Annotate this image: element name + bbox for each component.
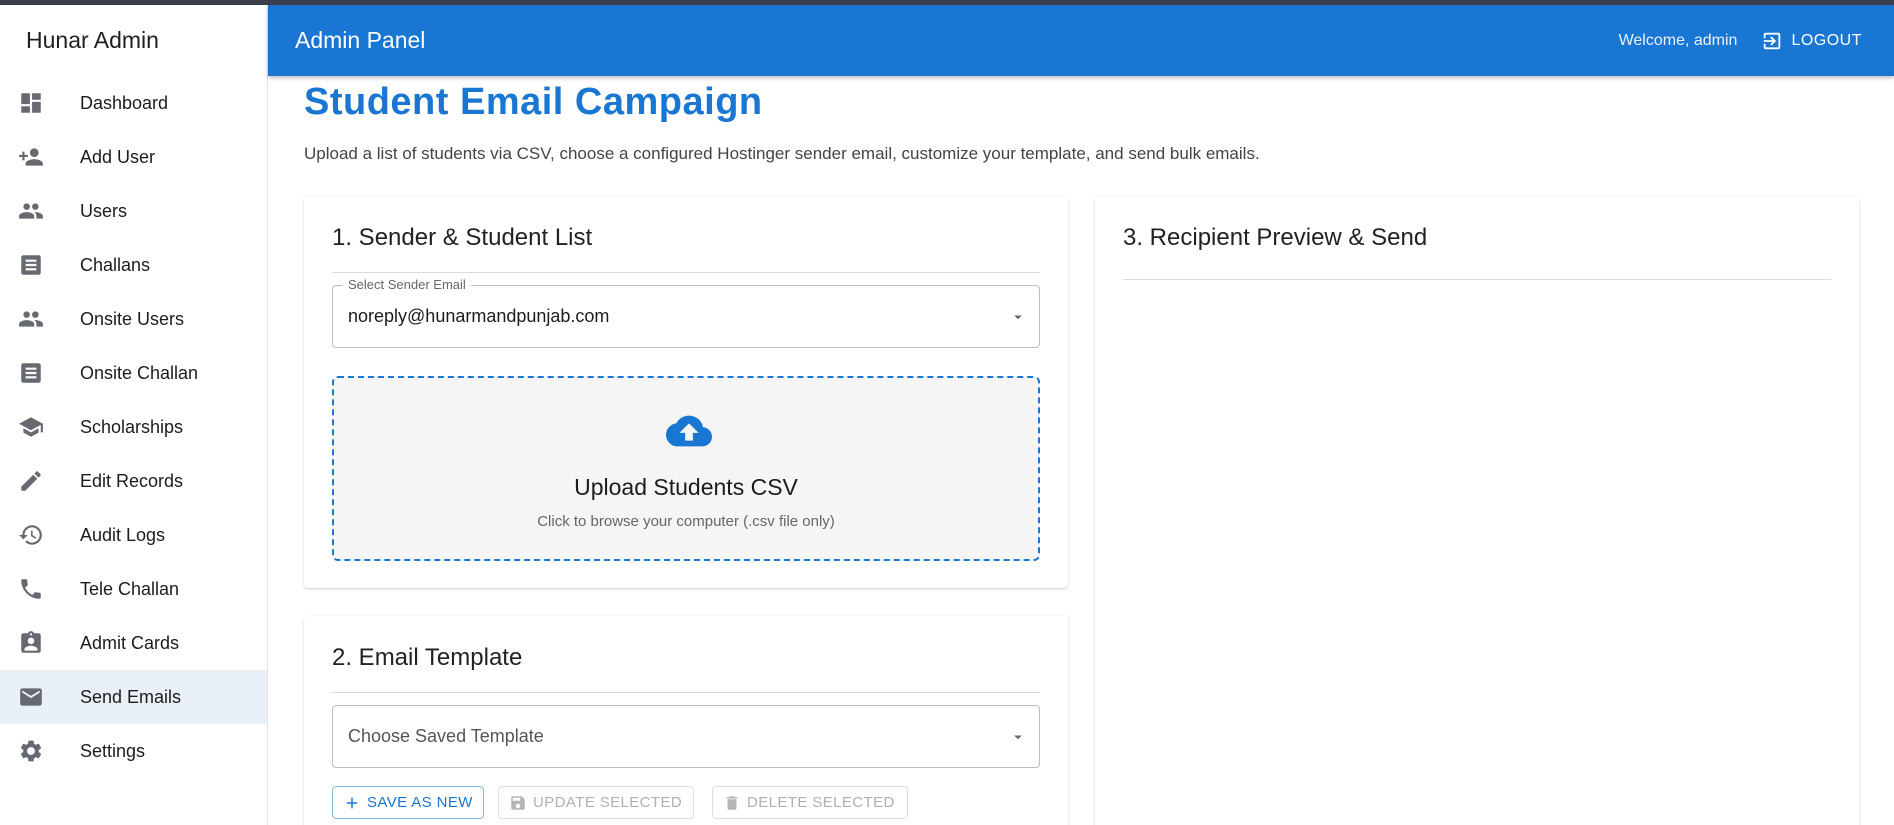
sidebar: Hunar Admin Dashboard Add User Users Cha… — [0, 5, 268, 825]
recipient-preview-card: 3. Recipient Preview & Send — [1095, 196, 1859, 825]
app-bar-actions: Welcome, admin LOGOUT — [1619, 30, 1862, 52]
save-as-new-button[interactable]: SAVE AS NEW — [332, 786, 484, 819]
sidebar-item-label: Send Emails — [80, 686, 182, 707]
brand-title: Hunar Admin — [26, 27, 159, 53]
sidebar-item-label: Tele Challan — [80, 578, 180, 599]
save-icon — [511, 795, 525, 810]
sidebar-item-scholarships[interactable]: Scholarships — [0, 400, 267, 454]
sidebar-item-label: Audit Logs — [80, 524, 166, 545]
template-select[interactable]: Choose Saved Template — [332, 705, 1040, 768]
trash-icon — [726, 795, 738, 810]
cloud-upload-icon — [666, 408, 712, 454]
template-select-placeholder: Choose Saved Template — [348, 726, 544, 746]
sidebar-item-settings[interactable]: Settings — [0, 724, 267, 778]
history-icon — [16, 520, 46, 550]
sidebar-item-dashboard[interactable]: Dashboard — [0, 76, 267, 130]
sidebar-item-label: Dashboard — [80, 92, 169, 113]
sidebar-item-label: Challans — [80, 254, 151, 275]
sidebar-item-label: Onsite Challan — [80, 362, 199, 383]
school-icon — [16, 412, 46, 442]
sidebar-item-edit-records[interactable]: Edit Records — [0, 454, 267, 508]
card-title: 1. Sender & Student List — [332, 224, 593, 251]
save-as-new-label: SAVE AS NEW — [367, 794, 473, 811]
sidebar-item-label: Edit Records — [80, 470, 184, 491]
sidebar-item-label: Add User — [80, 146, 156, 167]
update-selected-button[interactable]: UPDATE SELECTED — [498, 786, 694, 819]
sidebar-item-challans[interactable]: Challans — [0, 238, 267, 292]
sidebar-item-label: Scholarships — [80, 416, 184, 437]
chevron-down-icon — [1009, 308, 1027, 326]
dashboard-icon — [16, 88, 46, 118]
card-divider — [1123, 279, 1831, 280]
sidebar-item-tele-challan[interactable]: Tele Challan — [0, 562, 267, 616]
welcome-text: Welcome, admin — [1618, 31, 1738, 49]
chevron-down-icon — [1009, 728, 1027, 746]
people-icon — [16, 196, 46, 226]
card-title: 3. Recipient Preview & Send — [1123, 224, 1428, 251]
sidebar-item-label: Admit Cards — [80, 632, 180, 653]
sidebar-item-users[interactable]: Users — [0, 184, 267, 238]
page-subtitle: Upload a list of students via CSV, choos… — [304, 144, 1260, 163]
page-title: Student Email Campaign — [304, 81, 763, 123]
sidebar-item-audit-logs[interactable]: Audit Logs — [0, 508, 267, 562]
sender-email-label: Select Sender Email — [343, 277, 471, 292]
logout-icon — [1764, 32, 1781, 49]
delete-selected-label: DELETE SELECTED — [747, 794, 895, 811]
gear-icon — [16, 736, 46, 766]
email-template-card: 2. Email Template Choose Saved Template … — [304, 616, 1068, 825]
sender-email-value: noreply@hunarmandpunjab.com — [348, 306, 610, 326]
sidebar-item-label: Onsite Users — [80, 308, 185, 329]
receipt-icon — [16, 250, 46, 280]
phone-icon — [16, 574, 46, 604]
mail-icon — [16, 682, 46, 712]
sidebar-item-onsite-challan[interactable]: Onsite Challan — [0, 346, 267, 400]
update-selected-label: UPDATE SELECTED — [533, 794, 683, 811]
sender-email-select[interactable]: Select Sender Email noreply@hunarmandpun… — [332, 277, 1040, 348]
sidebar-item-label: Settings — [80, 740, 146, 761]
edit-icon — [16, 466, 46, 496]
upload-hint: Click to browse your computer (.csv file… — [537, 513, 835, 530]
sidebar-item-send-emails[interactable]: Send Emails — [0, 670, 267, 724]
logout-label: LOGOUT — [1791, 31, 1862, 49]
delete-selected-button[interactable]: DELETE SELECTED — [712, 786, 908, 819]
card-divider — [332, 272, 1040, 273]
main-content: Student Email Campaign Upload a list of … — [268, 76, 1894, 825]
sidebar-item-add-user[interactable]: Add User — [0, 130, 267, 184]
receipt-icon — [16, 358, 46, 388]
card-divider — [332, 692, 1040, 693]
sidebar-item-onsite-users[interactable]: Onsite Users — [0, 292, 267, 346]
sidebar-item-label: Users — [80, 200, 128, 221]
people-icon — [16, 304, 46, 334]
plus-icon — [346, 797, 358, 808]
card-title: 2. Email Template — [332, 644, 523, 671]
sidebar-item-admit-cards[interactable]: Admit Cards — [0, 616, 267, 670]
logout-button[interactable]: LOGOUT — [1761, 30, 1862, 52]
upload-title: Upload Students CSV — [574, 474, 798, 500]
sidebar-nav: Dashboard Add User Users Challans Onsite… — [0, 76, 267, 778]
csv-upload-dropzone[interactable]: Upload Students CSV Click to browse your… — [332, 376, 1040, 561]
app-bar-title: Admin Panel — [295, 27, 426, 53]
sender-student-card: 1. Sender & Student List Select Sender E… — [304, 196, 1068, 588]
badge-icon — [16, 628, 46, 658]
person-add-icon — [16, 142, 46, 172]
app-bar: Admin Panel Welcome, admin LOGOUT — [268, 5, 1894, 76]
